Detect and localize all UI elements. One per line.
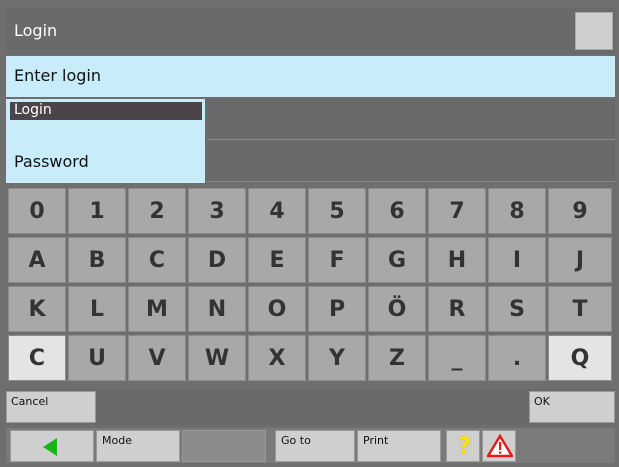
- key-n[interactable]: N: [188, 286, 246, 332]
- key-l[interactable]: L: [68, 286, 126, 332]
- password-field-label[interactable]: Password: [6, 141, 205, 183]
- key-b[interactable]: B: [68, 237, 126, 283]
- key-r[interactable]: R: [428, 286, 486, 332]
- key-4[interactable]: 4: [248, 188, 306, 234]
- window-title: Login: [14, 21, 58, 40]
- key-o[interactable]: O: [248, 286, 306, 332]
- login-input[interactable]: [207, 99, 615, 140]
- cancel-button[interactable]: Cancel: [6, 391, 96, 423]
- key-p[interactable]: P: [308, 286, 366, 332]
- key-i[interactable]: I: [488, 237, 546, 283]
- green-left-arrow-icon: [43, 438, 57, 456]
- on-screen-keyboard: 0 1 2 3 4 5 6 7 8 9 A B C D E F G H I J …: [6, 186, 615, 388]
- action-bar: Cancel OK: [6, 389, 615, 425]
- key-t[interactable]: T: [548, 286, 612, 332]
- password-input[interactable]: [207, 141, 615, 182]
- key-u[interactable]: U: [68, 335, 126, 381]
- key-underscore[interactable]: _: [428, 335, 486, 381]
- key-k[interactable]: K: [8, 286, 66, 332]
- key-7[interactable]: 7: [428, 188, 486, 234]
- key-period[interactable]: .: [488, 335, 546, 381]
- key-1[interactable]: 1: [68, 188, 126, 234]
- goto-button[interactable]: Go to: [275, 430, 355, 462]
- key-c[interactable]: C: [128, 237, 186, 283]
- key-h[interactable]: H: [428, 237, 486, 283]
- key-f[interactable]: F: [308, 237, 366, 283]
- key-6[interactable]: 6: [368, 188, 426, 234]
- login-row: Login: [6, 99, 615, 141]
- corner-button[interactable]: [575, 12, 613, 50]
- login-label-text: Login: [14, 102, 52, 118]
- key-2[interactable]: 2: [128, 188, 186, 234]
- login-field-label[interactable]: Login: [6, 99, 205, 141]
- login-screen: Login Enter login Login Password 0 1 2 3…: [0, 0, 619, 467]
- footer-bar: Mode Go to Print ?: [6, 428, 615, 463]
- key-8[interactable]: 8: [488, 188, 546, 234]
- prompt-text: Enter login: [14, 66, 102, 85]
- blank-button[interactable]: [182, 430, 266, 462]
- key-v[interactable]: V: [128, 335, 186, 381]
- mode-button[interactable]: Mode: [96, 430, 180, 462]
- password-row: Password: [6, 141, 615, 183]
- key-g[interactable]: G: [368, 237, 426, 283]
- key-x[interactable]: X: [248, 335, 306, 381]
- key-d[interactable]: D: [188, 237, 246, 283]
- ok-button[interactable]: OK: [529, 391, 615, 423]
- title-bar: Login: [6, 8, 615, 54]
- password-label-text: Password: [14, 152, 89, 171]
- key-w[interactable]: W: [188, 335, 246, 381]
- key-clear[interactable]: C: [8, 335, 66, 381]
- key-5[interactable]: 5: [308, 188, 366, 234]
- key-3[interactable]: 3: [188, 188, 246, 234]
- key-s[interactable]: S: [488, 286, 546, 332]
- key-a[interactable]: A: [8, 237, 66, 283]
- prompt-bar: Enter login: [6, 56, 615, 97]
- key-0[interactable]: 0: [8, 188, 66, 234]
- warning-triangle-icon: [487, 434, 513, 458]
- warning-button[interactable]: [482, 430, 516, 462]
- key-q[interactable]: Q: [548, 335, 612, 381]
- print-button[interactable]: Print: [357, 430, 441, 462]
- help-button[interactable]: ?: [446, 430, 480, 462]
- key-j[interactable]: J: [548, 237, 612, 283]
- key-m[interactable]: M: [128, 286, 186, 332]
- key-e[interactable]: E: [248, 237, 306, 283]
- key-y[interactable]: Y: [308, 335, 366, 381]
- question-mark-icon: ?: [458, 434, 471, 459]
- back-button[interactable]: [10, 430, 94, 462]
- key-o-umlaut[interactable]: Ö: [368, 286, 426, 332]
- key-z[interactable]: Z: [368, 335, 426, 381]
- key-9[interactable]: 9: [548, 188, 612, 234]
